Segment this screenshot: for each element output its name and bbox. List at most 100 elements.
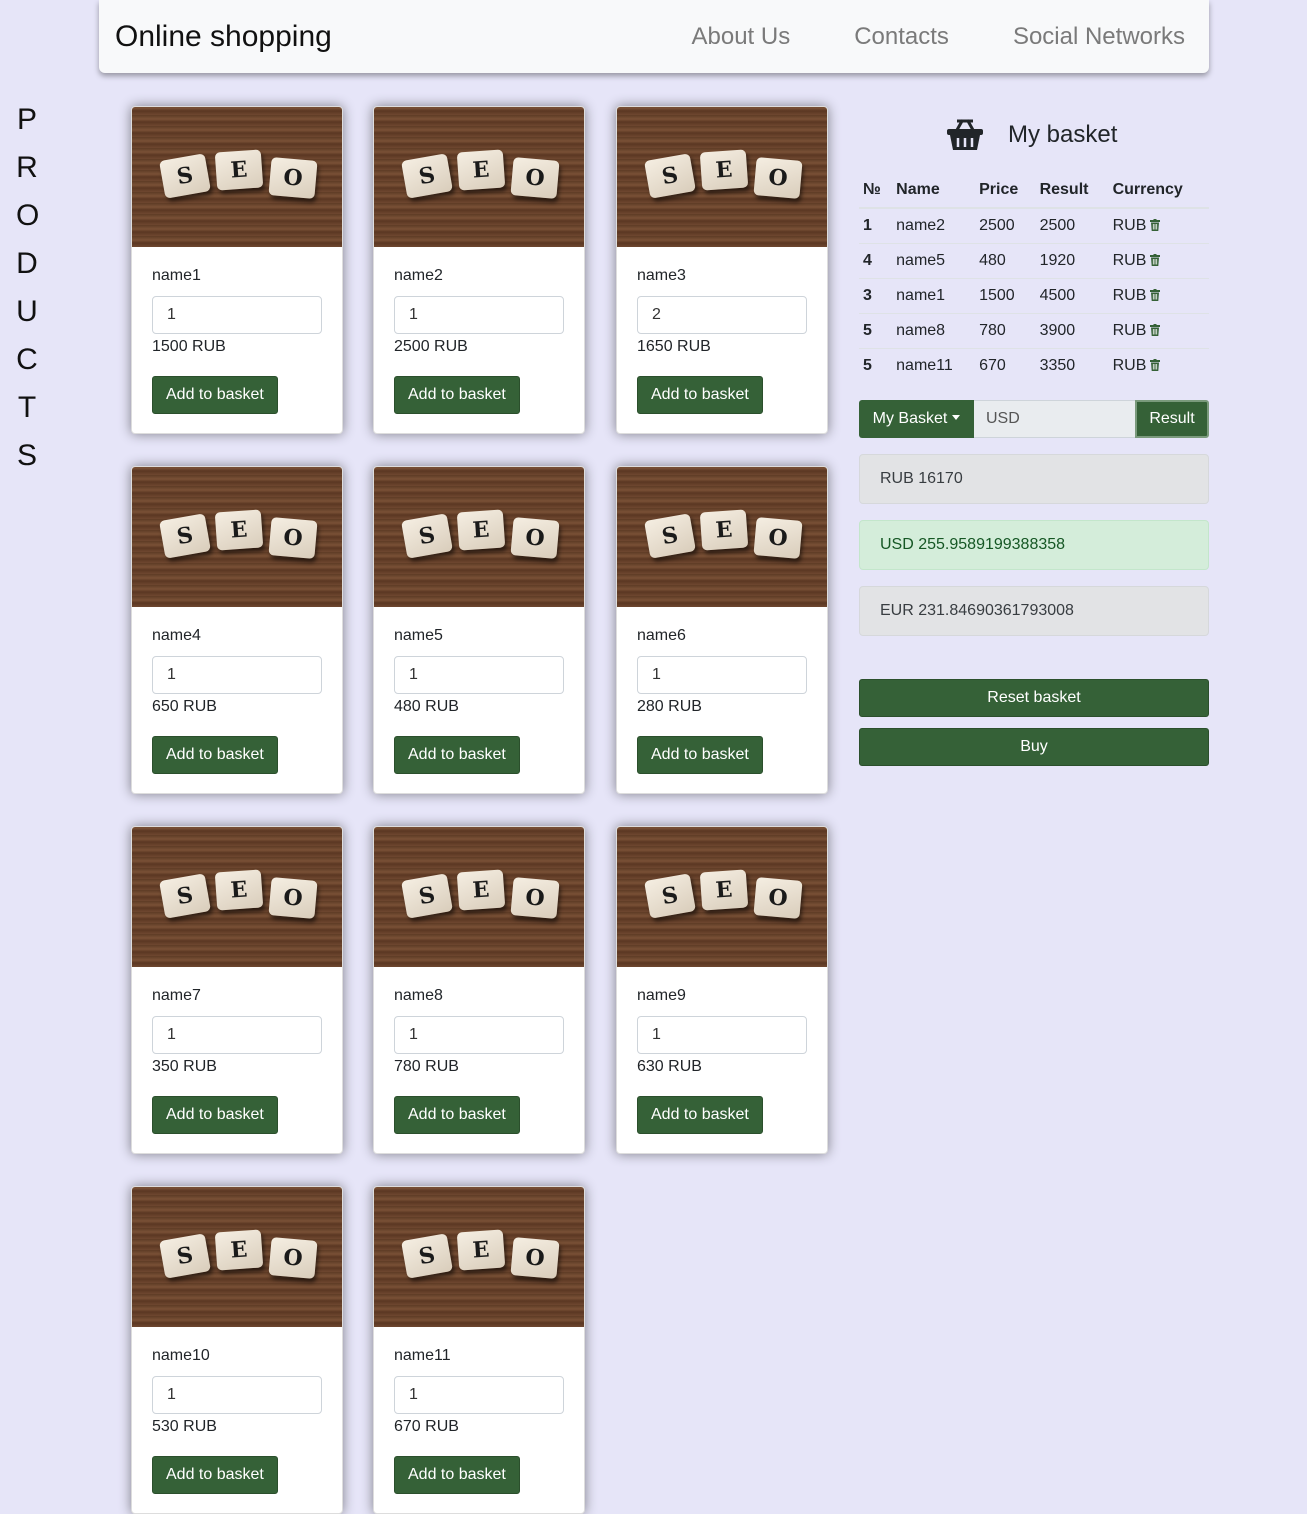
quantity-input[interactable] [152, 656, 322, 694]
seo-tile: O [510, 1237, 560, 1279]
seo-tile: S [159, 1233, 211, 1279]
product-card: SEOname5480 RUBAdd to basket [373, 466, 585, 794]
product-name: name11 [394, 1347, 451, 1364]
trash-icon[interactable] [1150, 358, 1161, 371]
col-name: Name [892, 173, 976, 209]
seo-tile: E [214, 509, 264, 551]
quantity-input[interactable] [152, 1016, 322, 1054]
title-letter: D [16, 247, 38, 280]
nav-links: About Us Contacts Social Networks [692, 23, 1186, 51]
row-price: 480 [975, 242, 1036, 278]
quantity-input[interactable] [637, 1016, 807, 1054]
seo-tile: E [456, 1229, 506, 1271]
basket-table-header: № Name Price Result Currency [859, 173, 1209, 209]
reset-basket-button[interactable]: Reset basket [859, 679, 1209, 717]
add-to-basket-button[interactable]: Add to basket [394, 1096, 520, 1134]
add-to-basket-button[interactable]: Add to basket [637, 376, 763, 414]
chevron-down-icon [952, 415, 961, 420]
product-name: name10 [152, 1347, 210, 1364]
seo-tile: O [510, 517, 560, 559]
seo-tile: S [644, 153, 696, 199]
seo-tile: E [456, 509, 506, 551]
trash-icon[interactable] [1150, 323, 1161, 336]
add-to-basket-button[interactable]: Add to basket [152, 376, 278, 414]
product-image: SEO [617, 467, 827, 607]
row-price: 2500 [975, 207, 1036, 243]
seo-tile: O [753, 877, 803, 919]
product-price: 1500 RUB [152, 338, 226, 355]
my-basket-dropdown-button[interactable]: My Basket [859, 400, 974, 438]
product-image: SEO [617, 107, 827, 247]
col-result: Result [1035, 173, 1109, 209]
seo-tile: S [401, 153, 453, 199]
trash-icon[interactable] [1150, 253, 1161, 266]
add-to-basket-button[interactable]: Add to basket [394, 736, 520, 774]
add-to-basket-button[interactable]: Add to basket [637, 1096, 763, 1134]
brand-title[interactable]: Online shopping [115, 20, 332, 54]
row-currency-cell: RUB [1108, 347, 1209, 383]
quantity-input[interactable] [394, 1016, 564, 1054]
add-to-basket-button[interactable]: Add to basket [152, 736, 278, 774]
row-currency-cell: RUB [1108, 242, 1209, 278]
nav-link-about-us[interactable]: About Us [692, 23, 791, 51]
title-letter: T [17, 391, 37, 424]
basket-header: My basket [946, 118, 1117, 152]
quantity-input[interactable] [394, 296, 564, 334]
product-card-body: name6 280 RUB Add to basket [617, 607, 827, 774]
nav-link-contacts[interactable]: Contacts [854, 23, 949, 51]
quantity-input[interactable] [637, 656, 807, 694]
seo-tile: O [268, 517, 318, 559]
seo-tile: E [214, 869, 264, 911]
quantity-input[interactable] [152, 296, 322, 334]
currency-input[interactable] [974, 400, 1135, 438]
basket-icon [947, 119, 983, 150]
product-price: 350 RUB [152, 1058, 217, 1075]
row-result: 1920 [1035, 242, 1109, 278]
row-number: 1 [859, 207, 893, 243]
row-result: 4500 [1035, 277, 1109, 313]
seo-tile: S [401, 873, 453, 919]
product-image: SEO [374, 107, 584, 247]
nav-link-social-networks[interactable]: Social Networks [1013, 23, 1185, 51]
product-name: name8 [394, 987, 443, 1004]
col-price: Price [975, 173, 1036, 209]
product-card-body: name4 650 RUB Add to basket [132, 607, 342, 774]
seo-tile: S [401, 513, 453, 559]
dropdown-label: My Basket [872, 410, 948, 427]
row-price: 780 [975, 312, 1036, 348]
result-button[interactable]: Result [1135, 400, 1209, 438]
add-to-basket-button[interactable]: Add to basket [152, 1456, 278, 1494]
title-letter: O [16, 199, 40, 232]
product-price: 780 RUB [394, 1058, 459, 1075]
seo-tile: O [268, 877, 318, 919]
buy-button[interactable]: Buy [859, 728, 1209, 766]
add-to-basket-button[interactable]: Add to basket [394, 1456, 520, 1494]
row-price: 670 [975, 347, 1036, 383]
add-to-basket-button[interactable]: Add to basket [152, 1096, 278, 1134]
trash-icon[interactable] [1150, 288, 1161, 301]
quantity-input[interactable] [394, 1376, 564, 1414]
quantity-input[interactable] [152, 1376, 322, 1414]
row-number: 3 [859, 277, 893, 313]
quantity-input[interactable] [394, 656, 564, 694]
row-number: 5 [859, 347, 893, 383]
add-to-basket-button[interactable]: Add to basket [637, 736, 763, 774]
row-result: 3350 [1035, 347, 1109, 383]
quantity-input[interactable] [637, 296, 807, 334]
seo-tile: O [753, 517, 803, 559]
product-price: 280 RUB [637, 698, 702, 715]
trash-icon[interactable] [1150, 218, 1161, 231]
seo-tile: S [401, 1233, 453, 1279]
product-card: SEOname9630 RUBAdd to basket [616, 826, 828, 1154]
row-currency-cell: RUB [1108, 277, 1209, 313]
product-card: SEOname22500 RUBAdd to basket [373, 106, 585, 434]
seo-tile: O [268, 157, 318, 199]
row-number: 5 [859, 312, 893, 348]
product-card: SEOname4650 RUBAdd to basket [131, 466, 343, 794]
add-to-basket-button[interactable]: Add to basket [394, 376, 520, 414]
product-card-body: name10 530 RUB Add to basket [132, 1327, 342, 1494]
row-currency: RUB [1112, 321, 1147, 339]
product-card: SEOname7350 RUBAdd to basket [131, 826, 343, 1154]
row-result: 3900 [1035, 312, 1109, 348]
product-price: 650 RUB [152, 698, 217, 715]
